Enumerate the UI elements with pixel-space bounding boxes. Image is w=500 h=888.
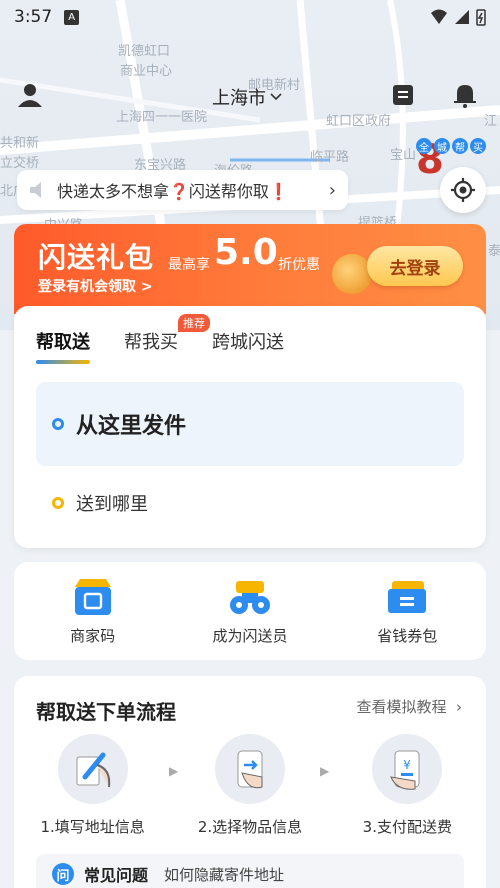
city-name: 上海市 bbox=[212, 88, 266, 109]
shortcut-store-code[interactable]: 商家码 bbox=[33, 577, 153, 646]
map-label: 商业中心 bbox=[120, 64, 173, 79]
map-label: 临平路 bbox=[310, 150, 350, 165]
flow-step: 2.选择物品信息 bbox=[185, 734, 315, 837]
store-qr-icon bbox=[74, 578, 111, 615]
promo-banner[interactable]: 闪送礼包 最高享 5.0 折优惠 登录有机会领取 > 去登录 bbox=[14, 224, 486, 314]
tutorial-link[interactable]: 查看模拟教程 › bbox=[356, 696, 462, 717]
notification-app-icon: A bbox=[64, 9, 80, 25]
sender-placeholder: 从这里发件 bbox=[76, 414, 187, 439]
shortcut-label: 成为闪送员 bbox=[212, 626, 288, 645]
notice-text: 快递太多不想拿❓闪送帮你取❗ bbox=[57, 182, 289, 201]
promo-subtitle: 登录有机会领取 > bbox=[38, 279, 153, 295]
locate-button[interactable] bbox=[440, 167, 486, 213]
map-label: 共和新 bbox=[0, 136, 40, 151]
tab-buy-for-me[interactable]: 帮我买 推荐 bbox=[124, 314, 210, 354]
promo-title: 闪送礼包 bbox=[38, 241, 155, 274]
order-card: 帮取送 帮我买 推荐 跨城闪送 从这里发件 送到哪里 bbox=[14, 306, 486, 548]
locate-icon bbox=[451, 178, 475, 202]
map-label: 立交桥 bbox=[0, 156, 40, 171]
map-label: 宝山 bbox=[390, 148, 417, 163]
promo-suffix: 折优惠 bbox=[278, 257, 320, 273]
svg-text:¥: ¥ bbox=[403, 758, 411, 772]
status-time: 3:57 bbox=[14, 7, 53, 27]
faq-title: 常见问题 bbox=[84, 866, 149, 885]
coupon-icon bbox=[388, 580, 427, 613]
flow-step-label: 3.支付配送费 bbox=[362, 818, 452, 836]
tab-intercity[interactable]: 跨城闪送 bbox=[212, 328, 284, 354]
question-icon: 问 bbox=[52, 863, 74, 885]
arrow-right-icon: ▶ bbox=[320, 764, 330, 778]
receiver-address-input[interactable]: 送到哪里 bbox=[52, 490, 148, 516]
map-chip: 城 bbox=[434, 138, 450, 154]
coin-icon bbox=[332, 254, 372, 294]
wifi-icon bbox=[431, 9, 447, 24]
flow-step-label: 1.填写地址信息 bbox=[40, 818, 145, 836]
map-label: 凯德虹口 bbox=[118, 44, 171, 59]
battery-icon bbox=[476, 9, 486, 26]
recommend-badge: 推荐 bbox=[178, 314, 210, 332]
order-flow-card: 帮取送下单流程 查看模拟教程 › 1.填写地址信息 2.选择物品信息 ¥ 3.支… bbox=[14, 676, 486, 888]
bell-icon[interactable] bbox=[453, 82, 477, 108]
shortcut-coupon-pack[interactable]: 省钱券包 bbox=[347, 577, 467, 646]
chevron-down-icon bbox=[270, 93, 282, 101]
login-button[interactable]: 去登录 bbox=[367, 246, 463, 286]
tab-pickup-delivery[interactable]: 帮取送 bbox=[36, 328, 90, 364]
sender-address-input[interactable]: 从这里发件 bbox=[36, 382, 464, 466]
flow-step-label: 2.选择物品信息 bbox=[197, 818, 303, 836]
faq-question: 如何隐藏寄件地址 bbox=[164, 865, 285, 884]
select-item-icon bbox=[214, 734, 285, 804]
flow-step: 1.填写地址信息 bbox=[28, 734, 158, 837]
flow-step: ¥ 3.支付配送费 bbox=[342, 734, 472, 837]
receiver-placeholder: 送到哪里 bbox=[76, 494, 148, 515]
shortcut-label: 商家码 bbox=[70, 626, 116, 645]
shortcuts-card: 商家码 成为闪送员 省钱券包 bbox=[14, 562, 486, 660]
orders-icon[interactable] bbox=[392, 84, 414, 106]
speaker-icon bbox=[30, 182, 41, 198]
pay-icon: ¥ bbox=[372, 734, 443, 804]
receiver-dot-icon bbox=[52, 497, 64, 509]
status-bar: 3:57 A bbox=[0, 0, 500, 34]
status-icons bbox=[430, 8, 486, 26]
arrow-right-icon: ▶ bbox=[169, 764, 179, 778]
flow-title: 帮取送下单流程 bbox=[36, 700, 176, 724]
map-promo-chips[interactable]: 全 城 帮 买 bbox=[416, 138, 486, 156]
chevron-right-icon: › bbox=[328, 179, 336, 201]
shortcut-become-courier[interactable]: 成为闪送员 bbox=[190, 577, 310, 646]
signal-icon bbox=[455, 10, 469, 24]
user-icon[interactable] bbox=[17, 82, 43, 108]
write-address-icon bbox=[57, 734, 128, 804]
city-selector[interactable]: 上海市 bbox=[212, 84, 282, 110]
promo-value: 5.0 bbox=[214, 232, 278, 273]
map-chip: 全 bbox=[416, 138, 432, 154]
service-tabs: 帮取送 帮我买 推荐 跨城闪送 bbox=[36, 314, 284, 364]
map-chip: 买 bbox=[470, 138, 486, 154]
notice-banner[interactable]: 快递太多不想拿❓闪送帮你取❗ › bbox=[17, 170, 348, 210]
sender-dot-icon bbox=[52, 418, 64, 430]
promo-prefix: 最高享 bbox=[168, 257, 210, 273]
courier-icon bbox=[229, 580, 270, 614]
flow-steps: 1.填写地址信息 2.选择物品信息 ¥ 3.支付配送费 bbox=[14, 734, 486, 837]
top-header: 上海市 bbox=[0, 78, 500, 116]
shortcut-label: 省钱券包 bbox=[377, 626, 438, 645]
map-chip: 帮 bbox=[452, 138, 468, 154]
faq-row[interactable]: 问 常见问题 如何隐藏寄件地址 bbox=[36, 854, 464, 888]
map-label: 泰 bbox=[488, 244, 500, 259]
